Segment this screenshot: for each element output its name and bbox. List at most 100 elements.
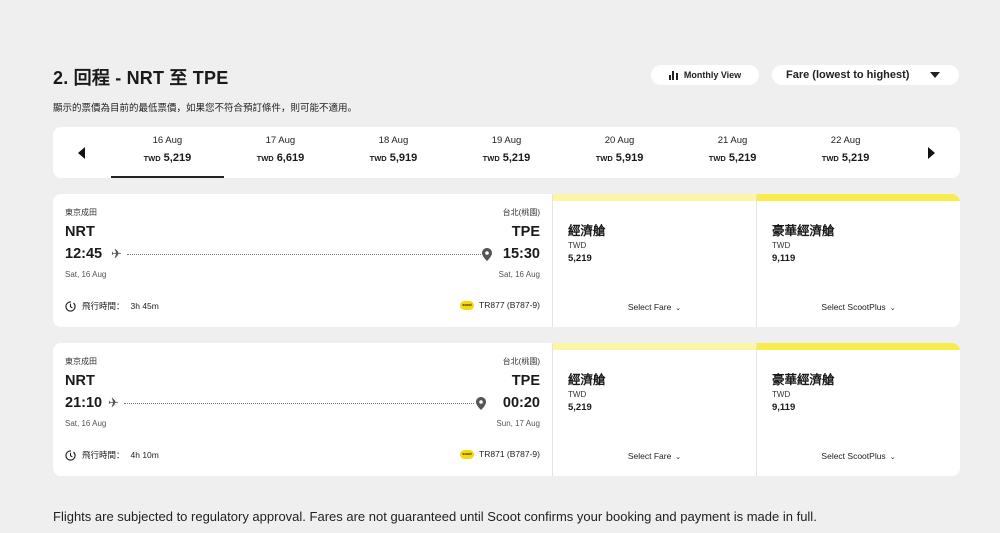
departure-date: Sat, 16 Aug bbox=[65, 419, 107, 428]
scoot-logo: scoot bbox=[460, 300, 475, 310]
select-fare-button[interactable]: Select Fare ⌄ bbox=[553, 302, 756, 312]
fare-name: 經濟艙 bbox=[568, 373, 606, 387]
chevron-down-icon: ⌄ bbox=[889, 454, 896, 461]
date-label: 18 Aug bbox=[378, 135, 409, 146]
duration-label: 飛行時間： bbox=[82, 450, 125, 460]
destination-city: 台北(桃園) bbox=[502, 208, 540, 217]
date-price: 5,219 bbox=[841, 152, 870, 164]
date-label: 17 Aug bbox=[265, 135, 296, 146]
clock-icon bbox=[65, 449, 76, 461]
select-fare-label: Select Fare bbox=[627, 451, 672, 461]
flight-number: scoot TR877 (B787-9) bbox=[460, 300, 540, 310]
plane-icon: ✈ bbox=[108, 395, 119, 410]
arrow-left-icon bbox=[78, 146, 86, 159]
date-currency: TWD bbox=[143, 154, 161, 163]
fare-economy[interactable]: 經濟艙 TWD 5,219 Select Fare ⌄ bbox=[552, 194, 756, 327]
flight-number-text: TR877 (B787-9) bbox=[479, 300, 540, 310]
arrival-time: 15:30 bbox=[502, 246, 540, 262]
destination-code: TPE bbox=[511, 373, 540, 389]
date-label: 21 Aug bbox=[717, 135, 748, 146]
flight-duration: 飛行時間： 3h 45m bbox=[65, 300, 159, 312]
date-price: 5,919 bbox=[615, 152, 644, 164]
disclaimer-text: Flights are subjected to regulatory appr… bbox=[53, 509, 817, 524]
destination-code: TPE bbox=[511, 224, 540, 240]
date-label: 22 Aug bbox=[830, 135, 861, 146]
sort-label: Fare (lowest to highest) bbox=[786, 69, 910, 81]
chevron-down-icon: ⌄ bbox=[889, 305, 896, 312]
fare-color-bar bbox=[757, 194, 960, 201]
fare-price: 5,219 bbox=[568, 402, 592, 413]
date-tab[interactable]: 21 Aug TWD 5,219 bbox=[676, 127, 789, 178]
clock-icon bbox=[65, 300, 76, 312]
date-currency: TWD bbox=[482, 154, 500, 163]
date-price: 6,619 bbox=[276, 152, 305, 164]
date-tab[interactable]: 18 Aug TWD 5,919 bbox=[337, 127, 450, 178]
date-price: 5,219 bbox=[728, 152, 757, 164]
duration-value: 3h 45m bbox=[130, 301, 159, 311]
date-price: 5,919 bbox=[389, 152, 418, 164]
flight-card: 東京成田 台北(桃園) NRT TPE 21:10 ✈ 00:20 Sat, 1… bbox=[53, 343, 960, 476]
date-label: 19 Aug bbox=[491, 135, 522, 146]
date-currency: TWD bbox=[708, 154, 726, 163]
chevron-down-icon: ⌄ bbox=[675, 454, 682, 461]
page-subtitle: 顯示的票價為目前的最低票價，如果您不符合預訂條件，則可能不適用。 bbox=[53, 103, 358, 114]
scoot-logo: scoot bbox=[460, 449, 475, 459]
destination-city: 台北(桃園) bbox=[502, 357, 540, 366]
prev-dates-button[interactable] bbox=[53, 127, 111, 178]
duration-value: 4h 10m bbox=[130, 450, 159, 460]
date-selector: 16 Aug TWD 5,219 17 Aug TWD 6,619 18 Aug T… bbox=[53, 127, 960, 178]
fare-name: 豪華經濟艙 bbox=[772, 224, 835, 238]
date-label: 20 Aug bbox=[604, 135, 635, 146]
arrow-right-icon bbox=[927, 146, 935, 159]
select-fare-label: Select ScootPlus bbox=[821, 302, 886, 312]
bar-chart-icon bbox=[668, 70, 678, 80]
fare-economy[interactable]: 經濟艙 TWD 5,219 Select Fare ⌄ bbox=[552, 343, 756, 476]
select-scootplus-button[interactable]: Select ScootPlus ⌄ bbox=[757, 451, 960, 461]
select-scootplus-button[interactable]: Select ScootPlus ⌄ bbox=[757, 302, 960, 312]
fare-scootplus[interactable]: 豪華經濟艙 TWD 9,119 Select ScootPlus ⌄ bbox=[756, 194, 960, 327]
departure-date: Sat, 16 Aug bbox=[65, 270, 107, 279]
next-dates-button[interactable] bbox=[902, 127, 960, 178]
flight-card: 東京成田 台北(桃園) NRT TPE 12:45 ✈ 15:30 Sat, 1… bbox=[53, 194, 960, 327]
origin-city: 東京成田 bbox=[65, 208, 97, 217]
chevron-down-icon: ⌄ bbox=[675, 305, 682, 312]
arrival-date: Sat, 16 Aug bbox=[498, 270, 540, 279]
select-fare-label: Select Fare bbox=[627, 302, 672, 312]
fare-currency: TWD bbox=[772, 390, 791, 399]
fare-price: 9,119 bbox=[772, 402, 796, 413]
plane-icon: ✈ bbox=[111, 246, 122, 261]
date-tab[interactable]: 19 Aug TWD 5,219 bbox=[450, 127, 563, 178]
page-header: 2. 回程 - NRT 至 TPE 顯示的票價為目前的最低票價，如果您不符合預訂… bbox=[53, 64, 357, 114]
fare-color-bar bbox=[553, 343, 756, 350]
date-tab[interactable]: 16 Aug TWD 5,219 bbox=[110, 127, 224, 178]
origin-code: NRT bbox=[65, 224, 95, 240]
departure-time: 12:45 bbox=[65, 246, 103, 262]
caret-down-icon bbox=[930, 72, 940, 78]
fare-color-bar bbox=[757, 343, 960, 350]
date-tab[interactable]: 17 Aug TWD 6,619 bbox=[224, 127, 337, 178]
fare-scootplus[interactable]: 豪華經濟艙 TWD 9,119 Select ScootPlus ⌄ bbox=[756, 343, 960, 476]
fare-price: 9,119 bbox=[772, 253, 796, 264]
date-currency: TWD bbox=[256, 154, 274, 163]
date-currency: TWD bbox=[369, 154, 387, 163]
fare-name: 豪華經濟艙 bbox=[772, 373, 835, 387]
fare-color-bar bbox=[553, 194, 756, 201]
monthly-view-label: Monthly View bbox=[683, 70, 742, 80]
flight-number: scoot TR871 (B787-9) bbox=[460, 449, 540, 459]
arrival-date: Sun, 17 Aug bbox=[496, 419, 540, 428]
date-tab[interactable]: 22 Aug TWD 5,219 bbox=[789, 127, 902, 178]
fare-currency: TWD bbox=[568, 390, 587, 399]
fare-name: 經濟艙 bbox=[568, 224, 606, 238]
sort-dropdown[interactable]: Fare (lowest to highest) bbox=[772, 65, 959, 85]
duration-label: 飛行時間： bbox=[82, 301, 125, 311]
route-line bbox=[124, 403, 474, 404]
select-fare-label: Select ScootPlus bbox=[821, 451, 886, 461]
date-tab[interactable]: 20 Aug TWD 5,919 bbox=[563, 127, 676, 178]
origin-city: 東京成田 bbox=[65, 357, 97, 366]
monthly-view-button[interactable]: Monthly View bbox=[651, 65, 759, 85]
location-pin-icon bbox=[482, 248, 492, 261]
fare-currency: TWD bbox=[568, 241, 587, 250]
flight-duration: 飛行時間： 4h 10m bbox=[65, 449, 159, 461]
date-currency: TWD bbox=[595, 154, 613, 163]
select-fare-button[interactable]: Select Fare ⌄ bbox=[553, 451, 756, 461]
